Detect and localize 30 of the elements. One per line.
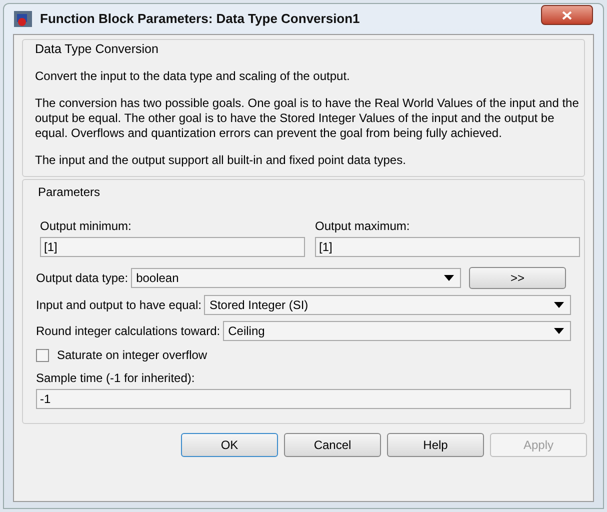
section-title: Parameters	[38, 184, 102, 201]
dropdown[interactable]: Ceiling	[223, 321, 571, 341]
description-text: The input and the output support all built-in and fixed point data types.	[35, 153, 407, 168]
data-type-assistant-button[interactable]: >>	[469, 267, 566, 289]
description-text: The conversion has two possible goals. One goal is to have the Real World Values of the input and the output be equal. The other goal is to have the Stored Integer Values of the input and the output be equal. Overflows and quantization errors can prevent the goal from being fully achieved.	[35, 96, 580, 141]
field-label: Output minimum:	[40, 218, 132, 235]
window-title: Function Block Parameters: Data Type Conversion1	[40, 10, 360, 28]
field-label: Round integer calculations toward:	[36, 323, 220, 340]
dropdown-arrow-icon	[554, 302, 564, 308]
close-icon	[562, 10, 572, 20]
dialog-button[interactable]: Help	[387, 433, 484, 457]
description-text: Convert the input to the data type and scaling of the output.	[35, 69, 351, 84]
section-title: Data Type Conversion	[35, 42, 160, 57]
dropdown-arrow-icon	[554, 328, 564, 334]
checkbox-label: Saturate on integer overflow	[57, 347, 208, 364]
dialog-button[interactable]: Cancel	[284, 433, 381, 457]
dropdown[interactable]: Stored Integer (SI)	[204, 295, 571, 315]
field-label: Output maximum:	[315, 218, 411, 235]
app-icon	[14, 11, 32, 27]
field-label: Input and output to have equal:	[36, 297, 202, 314]
input-field[interactable]: [1]	[315, 237, 580, 257]
field-label: Sample time (-1 for inherited):	[36, 370, 196, 387]
dialog-button[interactable]: OK	[181, 433, 278, 457]
input-field[interactable]: [1]	[40, 237, 305, 257]
dropdown[interactable]: boolean	[131, 268, 462, 288]
dropdown-arrow-icon	[444, 275, 454, 281]
field-label: Output data type:	[36, 270, 128, 287]
input-field[interactable]: -1	[36, 389, 571, 409]
close-button[interactable]	[541, 5, 593, 25]
checkbox[interactable]	[36, 348, 49, 362]
